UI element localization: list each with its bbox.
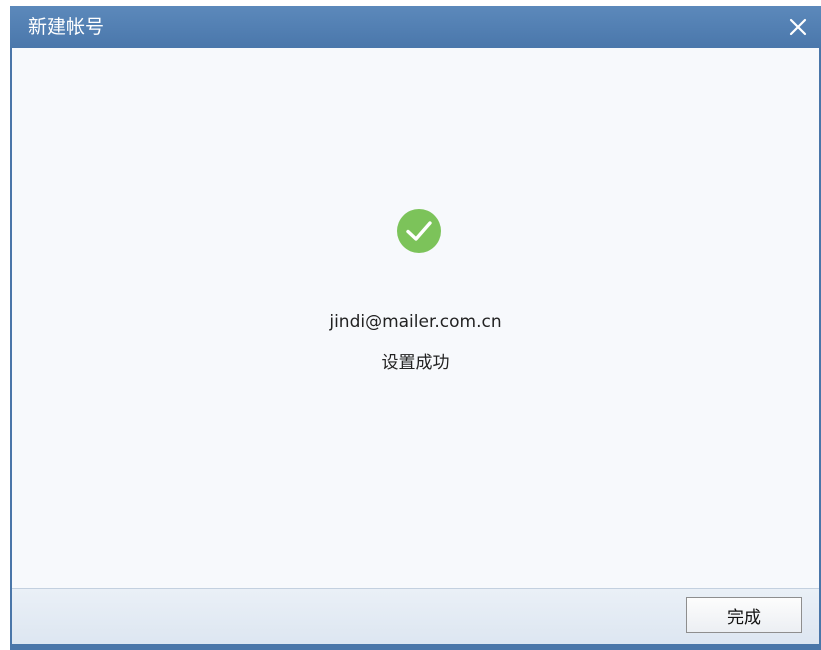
- new-account-dialog: 新建帐号 jindi@mailer.com.cn 设置成功 完成: [10, 6, 821, 650]
- close-button[interactable]: [783, 12, 813, 42]
- close-icon: [789, 18, 807, 36]
- dialog-footer: 完成: [12, 588, 819, 644]
- dialog-title: 新建帐号: [28, 16, 105, 38]
- finish-button[interactable]: 完成: [686, 597, 802, 633]
- title-bar[interactable]: 新建帐号: [10, 6, 821, 48]
- account-email: jindi@mailer.com.cn: [329, 312, 502, 332]
- status-message: 设置成功: [381, 353, 450, 373]
- check-circle-icon: [396, 208, 442, 254]
- dialog-content: jindi@mailer.com.cn 设置成功: [12, 48, 819, 588]
